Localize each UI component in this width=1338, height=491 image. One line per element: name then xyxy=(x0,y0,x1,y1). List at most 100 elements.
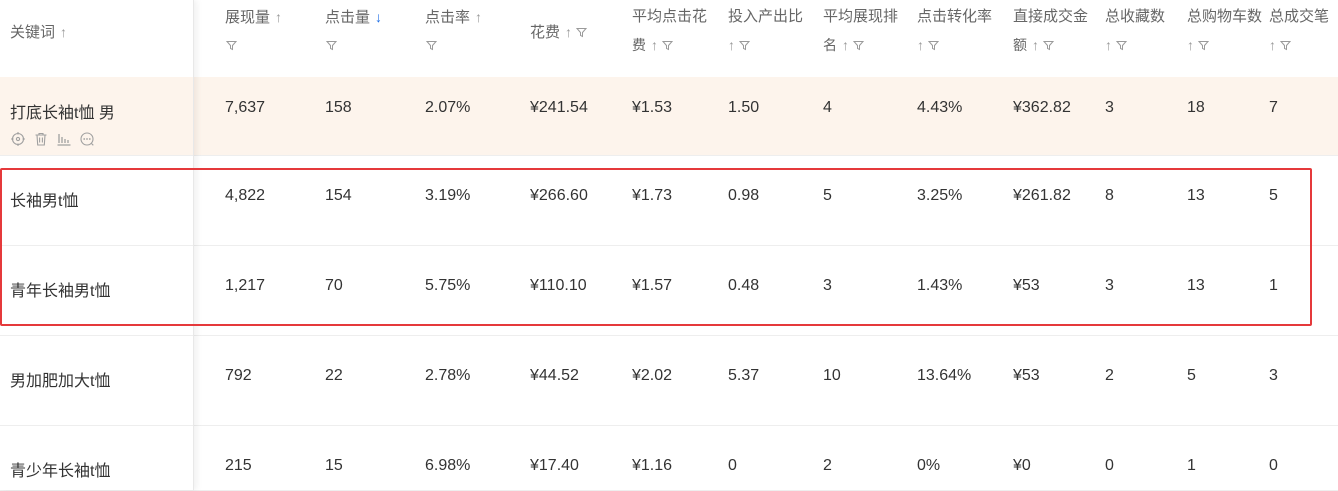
cell-fav: 8 xyxy=(1105,187,1114,204)
column-header-cart[interactable]: 总购物车数 ↑ xyxy=(1187,0,1269,77)
bar-chart-icon[interactable] xyxy=(56,131,72,147)
trash-icon[interactable] xyxy=(33,131,49,147)
cell-impressions: 215 xyxy=(225,457,252,474)
cell-cpc: ¥2.02 xyxy=(632,367,673,384)
column-header-label: 直接成交金 xyxy=(1013,8,1089,25)
cell-gmv: ¥53 xyxy=(1013,277,1040,294)
column-header-label: 投入产出比 xyxy=(728,8,804,25)
sort-asc-icon[interactable]: ↑ xyxy=(475,9,482,25)
cell-ctr: 3.19% xyxy=(425,187,471,204)
column-header-label: 平均点击花 xyxy=(632,8,708,25)
column-header-avg_rank[interactable]: 平均展现排名 ↑ xyxy=(823,0,917,77)
column-header-label-line2: 额 xyxy=(1013,37,1027,53)
cell-keyword[interactable]: 打底长袖t恤 男 xyxy=(10,99,115,123)
table-row[interactable]: 长袖男t恤 4,822 154 3.19% ¥266.60 ¥1.73 0.98 5 3.25%… xyxy=(0,155,1338,246)
sort-desc-icon[interactable]: ↓ xyxy=(375,9,382,25)
cell-cvr: 4.43% xyxy=(917,99,963,116)
sort-asc-icon[interactable]: ↑ xyxy=(917,37,924,53)
sort-asc-icon[interactable]: ↑ xyxy=(728,37,735,53)
cell-keyword[interactable]: 青少年长袖t恤 xyxy=(10,457,110,481)
sort-asc-icon[interactable]: ↑ xyxy=(1269,37,1276,53)
column-header-cvr[interactable]: 点击转化率 ↑ xyxy=(917,0,1013,77)
cell-cvr: 0% xyxy=(917,457,941,474)
cell-cpc: ¥1.16 xyxy=(632,457,673,474)
column-header-label: 点击率 xyxy=(425,9,471,26)
cell-cart: 13 xyxy=(1187,277,1205,294)
cell-clicks: 154 xyxy=(325,187,352,204)
cell-orders: 5 xyxy=(1269,187,1278,204)
column-header-cost[interactable]: 花费 ↑ xyxy=(530,0,632,77)
table-row[interactable]: 男加肥加大t恤 792 22 2.78% ¥44.52 ¥2.02 5.37 10 13.64%… xyxy=(0,335,1338,426)
cell-keyword[interactable]: 男加肥加大t恤 xyxy=(10,367,110,391)
cell-ctr: 6.98% xyxy=(425,457,471,474)
cell-avg_rank: 5 xyxy=(823,187,832,204)
cell-cart: 13 xyxy=(1187,187,1205,204)
column-header-keyword[interactable]: 关键词 ↑ xyxy=(10,0,225,77)
filter-icon[interactable] xyxy=(662,40,673,51)
filter-icon[interactable] xyxy=(426,40,437,51)
table-row[interactable]: 青少年长袖t恤 215 15 6.98% ¥17.40 ¥1.16 0 2 0% ¥0 0 1 0 xyxy=(0,425,1338,491)
sort-asc-icon[interactable]: ↑ xyxy=(1187,37,1194,53)
column-header-label: 展现量 xyxy=(225,9,271,26)
cell-avg_rank: 4 xyxy=(823,99,832,116)
cell-orders: 7 xyxy=(1269,99,1278,116)
cell-cart: 5 xyxy=(1187,367,1196,384)
column-header-roi[interactable]: 投入产出比 ↑ xyxy=(728,0,823,77)
cell-fav: 0 xyxy=(1105,457,1114,474)
cell-gmv: ¥0 xyxy=(1013,457,1031,474)
column-header-ctr[interactable]: 点击率 ↑ xyxy=(425,0,530,77)
cell-cost: ¥266.60 xyxy=(530,187,588,204)
cell-cvr: 3.25% xyxy=(917,187,963,204)
cell-avg_rank: 10 xyxy=(823,367,841,384)
cell-fav: 3 xyxy=(1105,277,1114,294)
filter-icon[interactable] xyxy=(326,40,337,51)
sort-asc-icon[interactable]: ↑ xyxy=(60,24,67,40)
table-row[interactable]: 青年长袖男t恤 1,217 70 5.75% ¥110.10 ¥1.57 0.48 3 1.43… xyxy=(0,245,1338,336)
cell-gmv: ¥261.82 xyxy=(1013,187,1071,204)
filter-icon[interactable] xyxy=(226,40,237,51)
cell-keyword[interactable]: 青年长袖男t恤 xyxy=(10,277,110,301)
cell-clicks: 15 xyxy=(325,457,343,474)
cell-orders: 3 xyxy=(1269,367,1278,384)
cell-fav: 3 xyxy=(1105,99,1114,116)
filter-icon[interactable] xyxy=(576,27,588,38)
column-header-cpc[interactable]: 平均点击花费 ↑ xyxy=(632,0,728,77)
filter-icon[interactable] xyxy=(1280,40,1291,51)
cell-gmv: ¥362.82 xyxy=(1013,99,1071,116)
column-header-gmv[interactable]: 直接成交金额 ↑ xyxy=(1013,0,1105,77)
cell-avg_rank: 2 xyxy=(823,457,832,474)
cell-orders: 1 xyxy=(1269,277,1278,294)
column-header-label-line2: 名 xyxy=(823,37,837,53)
column-header-orders[interactable]: 总成交笔 ↑ xyxy=(1269,0,1338,77)
target-icon[interactable] xyxy=(10,131,26,147)
column-header-label: 点击量 xyxy=(325,9,371,26)
column-header-fav[interactable]: 总收藏数 ↑ xyxy=(1105,0,1187,77)
cell-cost: ¥110.10 xyxy=(530,277,587,294)
cell-fav: 2 xyxy=(1105,367,1114,384)
filter-icon[interactable] xyxy=(1116,40,1127,51)
column-header-label: 花费 xyxy=(530,24,561,41)
cell-cart: 1 xyxy=(1187,457,1196,474)
sort-asc-icon[interactable]: ↑ xyxy=(1032,37,1039,53)
filter-icon[interactable] xyxy=(1198,40,1209,51)
filter-icon[interactable] xyxy=(928,40,939,51)
more-icon[interactable] xyxy=(79,131,95,147)
filter-icon[interactable] xyxy=(739,40,750,51)
sort-asc-icon[interactable]: ↑ xyxy=(651,37,658,53)
column-header-label-line2: 费 xyxy=(632,37,646,53)
column-header-impressions[interactable]: 展现量 ↑ xyxy=(225,0,325,77)
cell-roi: 5.37 xyxy=(728,367,760,384)
sort-asc-icon[interactable]: ↑ xyxy=(842,37,849,53)
sort-asc-icon[interactable]: ↑ xyxy=(275,9,282,25)
column-header-clicks[interactable]: 点击量 ↓ xyxy=(325,0,425,77)
filter-icon[interactable] xyxy=(853,40,864,51)
table-row[interactable]: 打底长袖t恤 男 7,637 158 2.07% ¥241.54 ¥1.53 1.50 4 4.… xyxy=(0,77,1338,156)
sort-asc-icon[interactable]: ↑ xyxy=(565,24,572,40)
column-header-label: 总购物车数 xyxy=(1187,8,1263,25)
keyword-table: 关键词 ↑ 展现量 ↑ 点击量 ↓ 点击率 ↑ 花费 ↑ 平均点击花费 ↑ 投入产出比 ↑ 平均展现排名 ↑ 点… xyxy=(0,0,1338,491)
filter-icon[interactable] xyxy=(1043,40,1054,51)
cell-roi: 1.50 xyxy=(728,99,760,116)
cell-keyword[interactable]: 长袖男t恤 xyxy=(10,187,78,211)
column-header-label: 平均展现排 xyxy=(823,8,899,25)
sort-asc-icon[interactable]: ↑ xyxy=(1105,37,1112,53)
